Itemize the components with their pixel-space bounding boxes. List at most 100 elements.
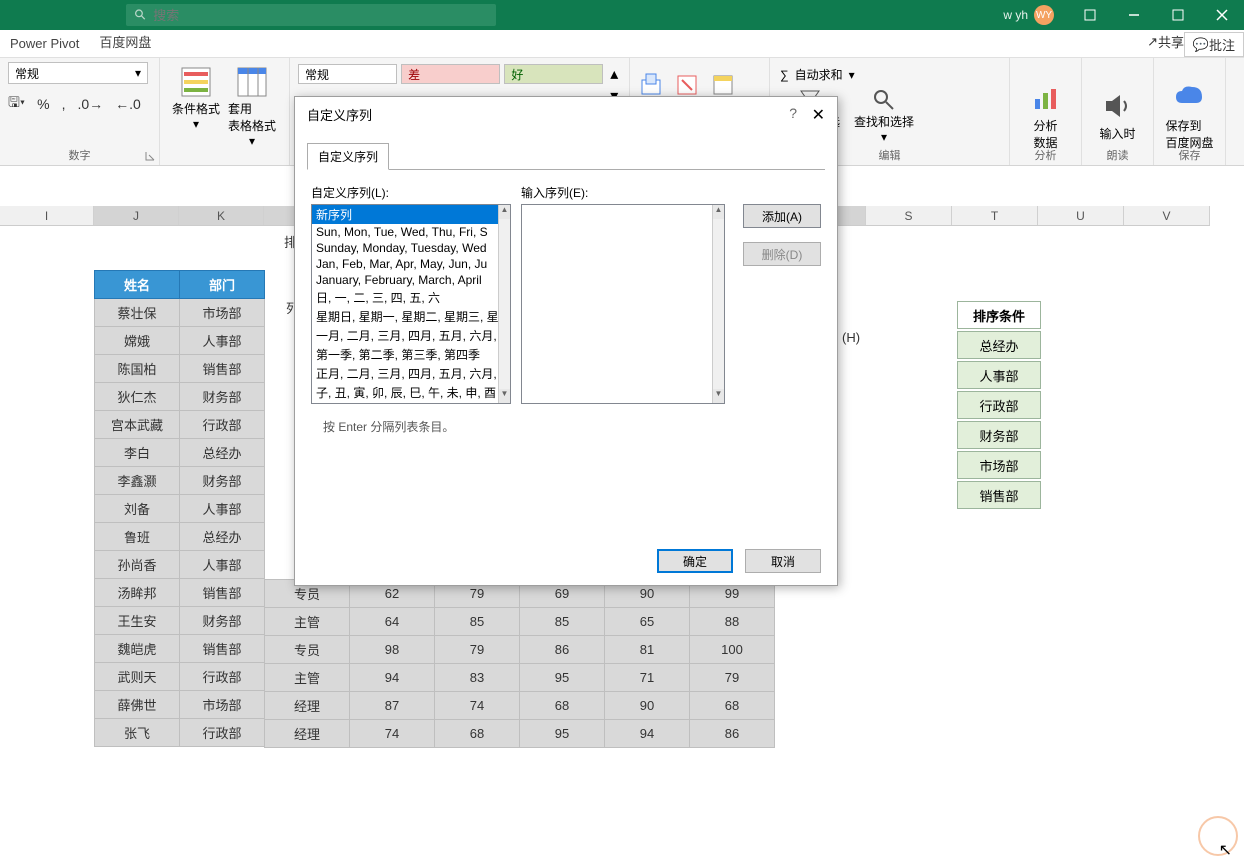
sort-item[interactable]: 行政部 [957, 391, 1041, 419]
tab-powerpivot[interactable]: Power Pivot [0, 32, 89, 57]
table-cell[interactable]: 财务部 [180, 467, 265, 495]
table-cell[interactable]: 汤眸邦 [95, 579, 180, 607]
entry-textarea[interactable]: ▲ ▼ [521, 204, 725, 404]
comma-icon[interactable]: , [62, 96, 66, 112]
close-button[interactable] [1200, 0, 1244, 30]
table-cell[interactable]: 人事部 [180, 327, 265, 355]
dialog-close-button[interactable]: ✕ [812, 105, 825, 125]
table-cell[interactable]: 鲁班 [95, 523, 180, 551]
dialog-title-bar[interactable]: 自定义序列 ? ✕ [295, 97, 837, 131]
cellstyle-normal[interactable]: 常规 [298, 64, 397, 84]
col-header-K[interactable]: K [179, 206, 264, 225]
list-item[interactable]: 子, 丑, 寅, 卯, 辰, 巳, 午, 未, 申, 酉 [312, 383, 500, 402]
table-cell[interactable]: 张飞 [95, 719, 180, 747]
table-cell[interactable]: 李鑫灏 [95, 467, 180, 495]
table-format-button[interactable]: 套用 表格格式▾ [224, 62, 280, 163]
dialog-tab-custom-list[interactable]: 自定义序列 [307, 143, 389, 170]
table-cell[interactable]: 行政部 [180, 411, 265, 439]
table-cell[interactable]: 宫本武藏 [95, 411, 180, 439]
list-item[interactable]: 甲, 乙, 丙, 丁, 戊, 己, 庚, 辛, 壬, 癸 [312, 402, 500, 404]
table-cell[interactable]: 行政部 [180, 663, 265, 691]
sort-item[interactable]: 总经办 [957, 331, 1041, 359]
minimize-button[interactable] [1112, 0, 1156, 30]
scroll-up-icon[interactable]: ▲ [499, 205, 510, 219]
table-cell[interactable]: 销售部 [180, 355, 265, 383]
table-cell[interactable]: 李白 [95, 439, 180, 467]
scroll-up-icon[interactable]: ▲ [713, 205, 724, 219]
delete-button[interactable]: 删除(D) [743, 242, 821, 266]
col-header-T[interactable]: T [952, 206, 1038, 225]
table-cell[interactable]: 销售部 [180, 635, 265, 663]
col-header-J[interactable]: J [94, 206, 179, 225]
table-cell[interactable]: 财务部 [180, 383, 265, 411]
list-item[interactable]: 星期日, 星期一, 星期二, 星期三, 星 [312, 307, 500, 326]
table-cell[interactable]: 孙尚香 [95, 551, 180, 579]
table-cell[interactable]: 武则天 [95, 663, 180, 691]
col-header-I[interactable]: I [0, 206, 94, 225]
analyze-data-button[interactable]: 分析 数据 [1029, 75, 1063, 151]
sort-item[interactable]: 市场部 [957, 451, 1041, 479]
comment-button[interactable]: 💬 批注 [1184, 32, 1244, 57]
sort-item[interactable]: 财务部 [957, 421, 1041, 449]
share-button[interactable]: ↗ 共享 [1147, 32, 1184, 51]
col-header-S[interactable]: S [866, 206, 952, 225]
table-cell[interactable]: 销售部 [180, 579, 265, 607]
scroll-down-icon[interactable]: ▼ [499, 389, 510, 403]
tab-baidu[interactable]: 百度网盘 [89, 28, 161, 57]
table-cell[interactable]: 王生安 [95, 607, 180, 635]
textarea-scrollbar[interactable]: ▲ ▼ [712, 205, 724, 403]
col-header-V[interactable]: V [1124, 206, 1210, 225]
table-cell[interactable]: 行政部 [180, 719, 265, 747]
sort-item[interactable]: 销售部 [957, 481, 1041, 509]
custom-list-listbox[interactable]: 新序列Sun, Mon, Tue, Wed, Thu, Fri, SSunday… [311, 204, 511, 404]
table-cell[interactable]: 刘备 [95, 495, 180, 523]
sort-item[interactable]: 人事部 [957, 361, 1041, 389]
table-cell[interactable]: 魏皑虎 [95, 635, 180, 663]
list-item[interactable]: 正月, 二月, 三月, 四月, 五月, 六月, [312, 364, 500, 383]
table-cell[interactable]: 人事部 [180, 495, 265, 523]
data-table[interactable]: 姓名部门 蔡壮保市场部嫦娥人事部陈国柏销售部狄仁杰财务部宫本武藏行政部李白总经办… [94, 270, 265, 747]
increase-decimal-icon[interactable]: .0→ [77, 96, 103, 112]
table-cell[interactable]: 总经办 [180, 439, 265, 467]
sort-condition-table[interactable]: 排序条件 总经办人事部行政部财务部市场部销售部 [955, 299, 1043, 511]
listbox-scrollbar[interactable]: ▲ ▼ [498, 205, 510, 403]
percent-icon[interactable]: % [37, 96, 49, 112]
conditional-format-button[interactable]: 条件格式▾ [168, 62, 224, 163]
table-cell[interactable]: 嫦娥 [95, 327, 180, 355]
decrease-decimal-icon[interactable]: ←.0 [115, 96, 141, 112]
table-cell[interactable]: 财务部 [180, 607, 265, 635]
table-cell[interactable]: 狄仁杰 [95, 383, 180, 411]
ok-button[interactable]: 确定 [657, 549, 733, 573]
table-cell[interactable]: 蔡壮保 [95, 299, 180, 327]
table-cell[interactable]: 人事部 [180, 551, 265, 579]
list-item[interactable]: 新序列 [312, 205, 500, 224]
list-item[interactable]: 日, 一, 二, 三, 四, 五, 六 [312, 288, 500, 307]
table-cell[interactable]: 市场部 [180, 691, 265, 719]
find-select-button[interactable]: 查找和选择▾ [854, 87, 914, 144]
autosum-button[interactable]: ∑自动求和 ▾ [780, 66, 1001, 83]
maximize-button[interactable] [1156, 0, 1200, 30]
list-item[interactable]: 一月, 二月, 三月, 四月, 五月, 六月, [312, 326, 500, 345]
list-item[interactable]: Sunday, Monday, Tuesday, Wed [312, 240, 500, 256]
table-cell[interactable]: 市场部 [180, 299, 265, 327]
list-item[interactable]: January, February, March, April [312, 272, 500, 288]
data-table-extra[interactable]: 专员6279699099 主管6485856588 专员98798681100 … [264, 579, 775, 748]
ribbon-display-button[interactable] [1068, 0, 1112, 30]
scroll-down-icon[interactable]: ▼ [713, 389, 724, 403]
list-item[interactable]: 第一季, 第二季, 第三季, 第四季 [312, 345, 500, 364]
dialog-launcher-icon[interactable] [145, 151, 155, 161]
table-cell[interactable]: 薛佛世 [95, 691, 180, 719]
save-baidu-button[interactable]: 保存到 百度网盘 [1165, 75, 1213, 151]
list-item[interactable]: Jan, Feb, Mar, Apr, May, Jun, Ju [312, 256, 500, 272]
table-cell[interactable]: 陈国柏 [95, 355, 180, 383]
accounting-format-icon[interactable]: 🖫▾ [8, 92, 25, 116]
list-item[interactable]: Sun, Mon, Tue, Wed, Thu, Fri, S [312, 224, 500, 240]
user-avatar[interactable]: WY [1034, 5, 1054, 25]
table-cell[interactable]: 总经办 [180, 523, 265, 551]
read-aloud-button[interactable]: 输入时 [1099, 83, 1135, 142]
number-format-dropdown[interactable]: 常规▾ [8, 62, 148, 84]
add-button[interactable]: 添加(A) [743, 204, 821, 228]
dialog-help-button[interactable]: ? [789, 105, 797, 121]
search-input[interactable] [153, 8, 488, 23]
col-header-U[interactable]: U [1038, 206, 1124, 225]
